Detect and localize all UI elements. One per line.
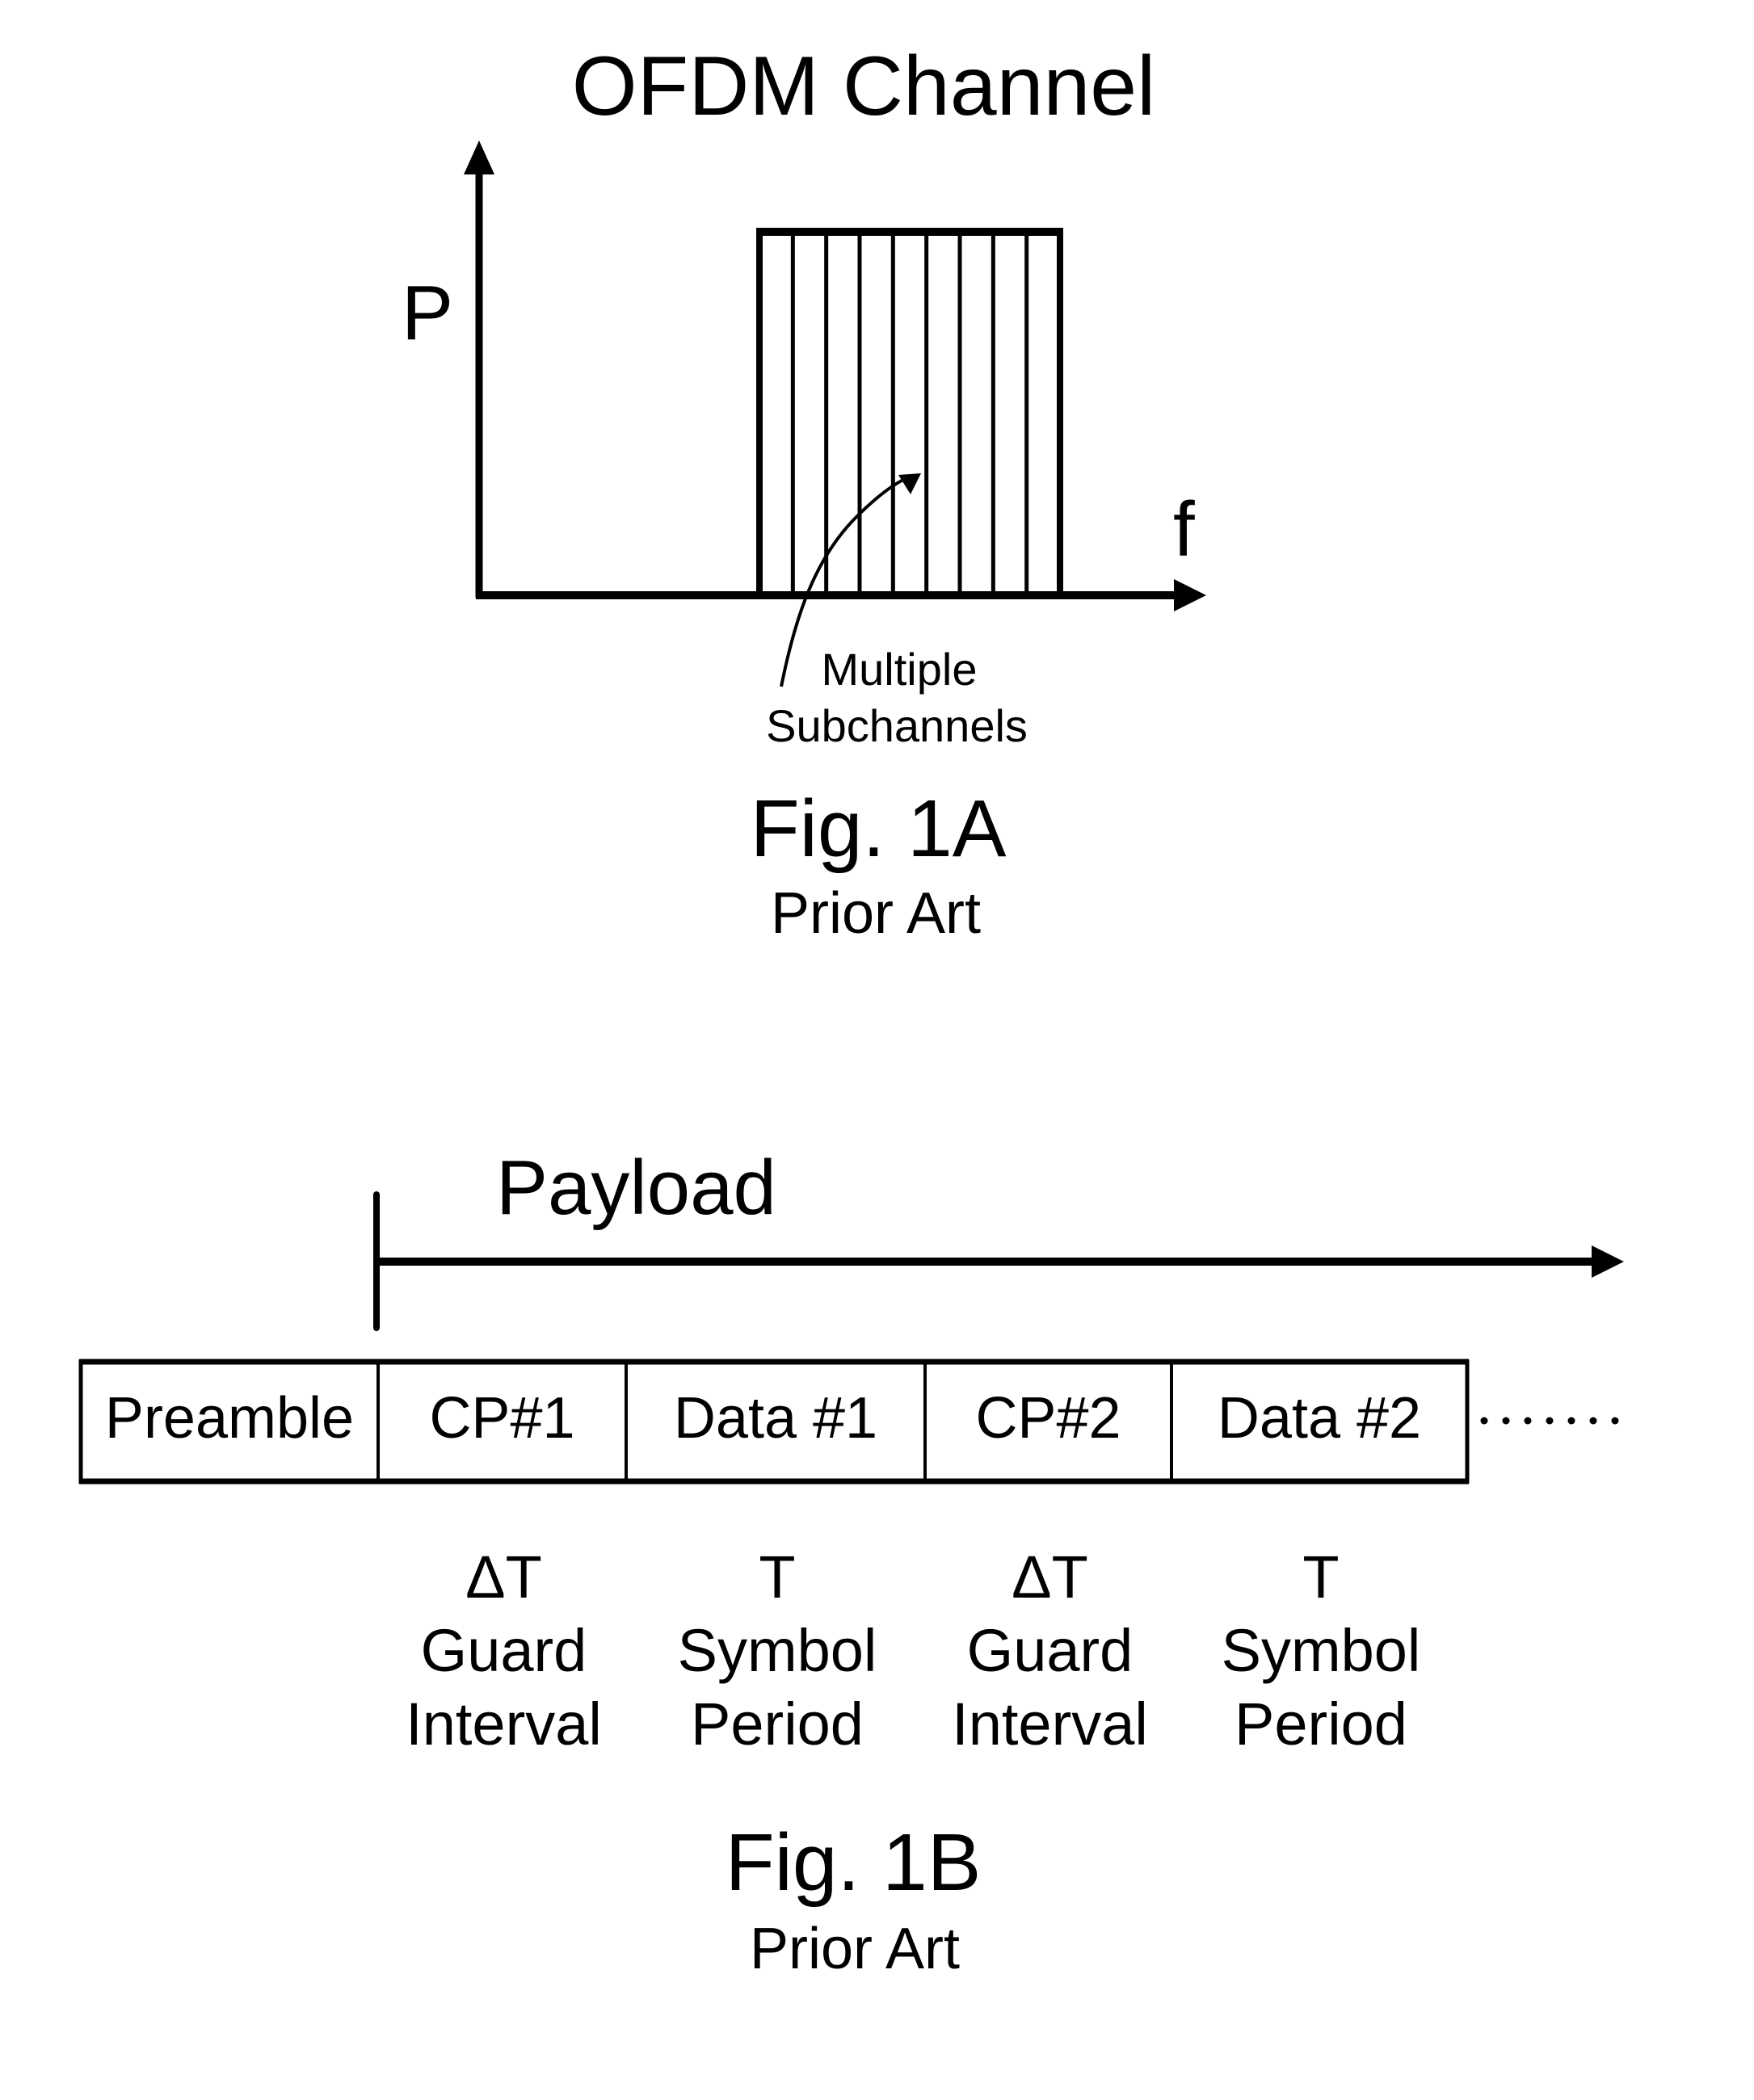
ellipsis-dot: [1480, 1417, 1488, 1425]
cell-timing-label: Symbol: [1222, 1617, 1421, 1684]
cell-timing-label: Symbol: [678, 1617, 877, 1684]
frame-cell-label: CP#2: [975, 1386, 1121, 1451]
frame-cell-label: CP#1: [429, 1386, 574, 1451]
cell-timing-label: Period: [691, 1690, 864, 1758]
figure-1a: OFDM Channel P f Multiple Subchannels Fi…: [402, 40, 1206, 946]
frame-cell-label: Preamble: [105, 1386, 354, 1451]
figure-1b: Payload Preamble CP#1 Data #1 CP#2 Data #2 Δ…: [78, 1144, 1624, 1981]
annotation-line-2: Subchannels: [766, 700, 1028, 751]
x-axis-arrowhead-icon: [1174, 579, 1206, 611]
pointer-arrowhead-icon: [898, 473, 921, 494]
cell-timing-label: Guard: [421, 1617, 587, 1684]
cell-timing-label: T: [759, 1544, 795, 1611]
cell-timing-label: ΔT: [1012, 1544, 1088, 1611]
payload-arrowhead-icon: [1592, 1245, 1624, 1278]
continuation-ellipsis: [1480, 1417, 1619, 1425]
y-axis: [464, 141, 494, 598]
ellipsis-dot: [1589, 1417, 1597, 1425]
annotation-line-1: Multiple: [822, 644, 978, 695]
cell-timing-label: Period: [1235, 1690, 1407, 1758]
frame-cell-label: Data #2: [1218, 1386, 1421, 1451]
x-axis-label: f: [1173, 486, 1195, 573]
payload-label: Payload: [496, 1144, 776, 1231]
ellipsis-dot: [1524, 1417, 1532, 1425]
ellipsis-dot: [1546, 1417, 1554, 1425]
figure-1a-title: OFDM Channel: [572, 40, 1155, 133]
frame-structure: Preamble CP#1 Data #1 CP#2 Data #2: [78, 1359, 1470, 1485]
patent-figure-sheet: OFDM Channel P f Multiple Subchannels Fi…: [78, 40, 1624, 1981]
cell-timing-labels: ΔTGuardIntervalTSymbolPeriodΔTGuardInter…: [406, 1544, 1420, 1758]
y-axis-arrowhead-icon: [464, 141, 494, 174]
frame-cell-label: Data #1: [674, 1386, 877, 1451]
figure-1b-caption-sub: Prior Art: [750, 1917, 960, 1981]
ofdm-channel-block: [756, 228, 1063, 598]
channel-outline: [756, 228, 1063, 598]
ellipsis-dot: [1567, 1417, 1575, 1425]
ellipsis-dot: [1611, 1417, 1619, 1425]
figure-1a-caption: Fig. 1A: [751, 783, 1007, 874]
cell-timing-label: Interval: [406, 1690, 602, 1758]
figure-1b-caption: Fig. 1B: [726, 1817, 982, 1908]
cell-timing-label: Guard: [967, 1617, 1134, 1684]
cell-timing-label: ΔT: [465, 1544, 542, 1611]
ellipsis-dot: [1502, 1417, 1510, 1425]
cell-timing-label: Interval: [952, 1690, 1148, 1758]
figure-1a-caption-sub: Prior Art: [771, 881, 981, 946]
y-axis-label: P: [402, 270, 453, 356]
cell-timing-label: T: [1302, 1544, 1339, 1611]
